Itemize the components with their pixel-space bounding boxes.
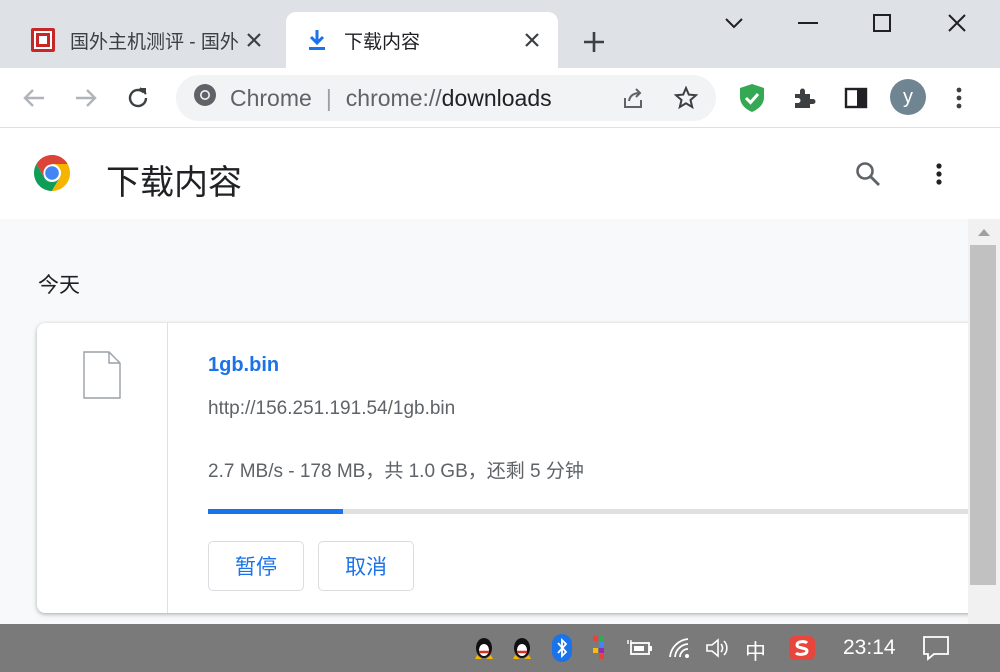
new-tab-button[interactable] [578, 26, 610, 58]
extensions-puzzle-icon[interactable] [788, 82, 820, 114]
scrollbar-thumb[interactable] [970, 245, 996, 585]
chip-divider: | [325, 84, 332, 111]
back-arrow-icon[interactable] [18, 82, 50, 114]
battery-plug-icon[interactable] [626, 634, 654, 662]
windows-taskbar: 中 23:14 [0, 624, 1000, 672]
more-vert-icon[interactable] [922, 157, 956, 191]
toolbar: Chrome | chrome://downloads y [0, 68, 1000, 128]
bluetooth-icon[interactable] [548, 634, 576, 662]
download-progress-bar [208, 509, 968, 514]
site-seal-icon [30, 27, 56, 53]
cancel-button[interactable]: 取消 [318, 541, 414, 591]
input-method-indicator[interactable]: 中 [745, 636, 766, 666]
search-icon[interactable] [851, 157, 885, 191]
wifi-icon[interactable] [666, 634, 694, 662]
color-grid-app-icon[interactable] [588, 634, 616, 662]
maximize-icon[interactable] [862, 8, 902, 38]
volume-icon[interactable] [704, 634, 732, 662]
clock-time[interactable]: 23:14 [843, 636, 896, 660]
close-icon[interactable] [520, 28, 544, 52]
file-source-url[interactable]: http://156.251.191.54/1gb.bin [208, 398, 455, 420]
address-bar[interactable]: Chrome | chrome://downloads [176, 75, 716, 121]
downloads-list: 今天 1gb.bin http://156.251.191.54/1gb.bin… [0, 219, 968, 624]
chrome-logo-icon [32, 153, 72, 198]
tab-downloads[interactable]: 下载内容 [286, 12, 558, 68]
close-icon[interactable] [242, 28, 266, 52]
tab-title: 下载内容 [344, 31, 421, 53]
url-host: downloads [441, 84, 552, 111]
scroll-up-arrow-icon[interactable] [968, 219, 1000, 245]
reload-icon[interactable] [122, 82, 154, 114]
download-progress-fill [208, 509, 344, 514]
qq-penguin-icon[interactable] [470, 634, 498, 662]
download-item: 1gb.bin http://156.251.191.54/1gb.bin 2.… [37, 323, 968, 613]
download-icon [304, 27, 330, 53]
qq-penguin-icon[interactable] [508, 634, 536, 662]
tab-title: 国外主机测评 - 国外 [70, 31, 239, 53]
profile-avatar[interactable]: y [890, 79, 926, 115]
date-heading: 今天 [38, 274, 80, 297]
adblock-shield-icon[interactable] [736, 82, 768, 114]
share-icon[interactable] [618, 82, 650, 114]
page-chip-label: Chrome [230, 84, 312, 111]
download-status-text: 2.7 MB/s - 178 MB，共 1.0 GB，还剩 5 分钟 [208, 461, 584, 482]
tab-search-chevron-icon[interactable] [714, 8, 754, 38]
side-panel-icon[interactable] [840, 82, 872, 114]
url-scheme: chrome:// [345, 84, 442, 111]
chrome-page-icon [192, 82, 218, 114]
bookmark-star-icon[interactable] [670, 82, 702, 114]
minimize-icon[interactable] [788, 8, 828, 38]
window-close-icon[interactable] [937, 8, 977, 38]
more-vert-icon[interactable] [943, 82, 975, 114]
pause-button[interactable]: 暂停 [208, 541, 304, 591]
download-item-details: 1gb.bin http://156.251.191.54/1gb.bin 2.… [208, 323, 968, 613]
forward-arrow-icon[interactable] [70, 82, 102, 114]
tab-hostreview[interactable]: 国外主机测评 - 国外 [12, 12, 280, 68]
file-name-link[interactable]: 1gb.bin [208, 354, 279, 377]
downloads-header: 下载内容 [0, 129, 1000, 219]
page-title: 下载内容 [106, 164, 242, 202]
file-icon [83, 351, 121, 404]
notification-center-icon[interactable] [922, 634, 950, 662]
page-scrollbar[interactable] [968, 219, 1000, 624]
download-item-icon-column [37, 323, 168, 613]
tab-strip: 国外主机测评 - 国外 下载内容 [0, 0, 1000, 68]
sogou-ime-icon[interactable] [788, 634, 816, 662]
